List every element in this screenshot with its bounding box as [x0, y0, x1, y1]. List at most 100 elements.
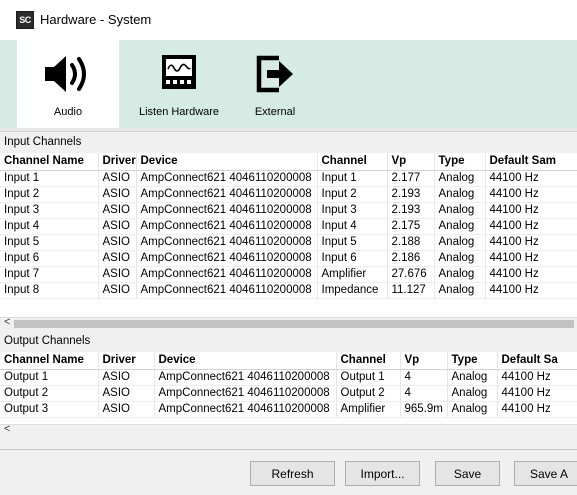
column-header[interactable]: Device	[136, 153, 318, 171]
table-cell: ASIO	[98, 282, 137, 299]
table-cell: Input 6	[317, 250, 388, 267]
table-cell: Input 4	[0, 218, 99, 235]
column-header[interactable]: Channel	[336, 352, 401, 370]
input-channels-heading: Input Channels	[0, 134, 577, 152]
table-row[interactable]: Input 1 ASIO AmpConnect621 4046110200008 In…	[0, 170, 577, 187]
table-cell: 44100 Hz	[497, 369, 577, 386]
column-header[interactable]: Vp	[400, 352, 448, 370]
table-row[interactable]: Input 3 ASIO AmpConnect621 4046110200008 In…	[0, 202, 577, 219]
table-cell: Input 2	[0, 186, 99, 203]
table-cell: 44100 Hz	[485, 202, 577, 219]
table-row[interactable]: Input 5 ASIO AmpConnect621 4046110200008 In…	[0, 234, 577, 251]
input-table-header: Channel Name Driver Device Channel Vp Type Def…	[0, 153, 577, 171]
table-cell: Analog	[434, 282, 486, 299]
column-header[interactable]: Driver	[98, 352, 155, 370]
scroll-left-arrow-icon[interactable]: <	[4, 423, 10, 435]
column-header[interactable]: Default Sa	[497, 352, 577, 370]
table-cell: 2.193	[387, 186, 435, 203]
input-channels-table: Channel Name Driver Device Channel Vp Type Def…	[0, 153, 577, 328]
column-header[interactable]: Driver	[98, 153, 137, 171]
table-cell: 2.186	[387, 250, 435, 267]
table-row[interactable]: Output 1 ASIO AmpConnect621 4046110200008 O…	[0, 369, 577, 386]
table-cell: AmpConnect621 4046110200008	[154, 385, 337, 402]
column-header[interactable]: Type	[434, 153, 486, 171]
table-cell: Input 8	[0, 282, 99, 299]
output-horizontal-scrollbar[interactable]: <	[0, 423, 577, 436]
table-cell: Amplifier	[317, 266, 388, 283]
table-cell: Input 6	[0, 250, 99, 267]
table-cell: Input 5	[317, 234, 388, 251]
column-header[interactable]: Vp	[387, 153, 435, 171]
table-cell: ASIO	[98, 401, 155, 418]
table-cell: 44100 Hz	[485, 250, 577, 267]
table-cell: AmpConnect621 4046110200008	[136, 282, 318, 299]
table-cell: 11.127	[387, 282, 435, 299]
table-row[interactable]: Input 8 ASIO AmpConnect621 4046110200008 Im…	[0, 282, 577, 299]
column-header[interactable]: Type	[447, 352, 498, 370]
table-cell: 44100 Hz	[485, 282, 577, 299]
table-cell: AmpConnect621 4046110200008	[136, 266, 318, 283]
table-cell: Input 4	[317, 218, 388, 235]
column-header[interactable]: Default Sam	[485, 153, 577, 171]
table-row[interactable]: Output 2 ASIO AmpConnect621 4046110200008 O…	[0, 385, 577, 402]
import-button[interactable]: Import...	[345, 461, 420, 486]
table-cell: AmpConnect621 4046110200008	[136, 250, 318, 267]
table-cell: ASIO	[98, 385, 155, 402]
table-row[interactable]: Input 4 ASIO AmpConnect621 4046110200008 In…	[0, 218, 577, 235]
toolbar-item-external[interactable]: External	[240, 40, 310, 128]
table-row[interactable]: Input 2 ASIO AmpConnect621 4046110200008 In…	[0, 186, 577, 203]
table-cell: Output 1	[336, 369, 401, 386]
output-table-header: Channel Name Driver Device Channel Vp Type Def…	[0, 352, 577, 370]
speaker-icon	[17, 52, 119, 96]
input-horizontal-scrollbar[interactable]: <	[0, 316, 577, 329]
refresh-button[interactable]: Refresh	[250, 461, 335, 486]
table-cell: Input 1	[317, 170, 388, 187]
table-cell: Analog	[447, 401, 498, 418]
table-cell: 44100 Hz	[497, 385, 577, 402]
table-cell: 4	[400, 369, 448, 386]
table-cell: ASIO	[98, 234, 137, 251]
table-cell: 965.9m	[400, 401, 448, 418]
toolbar-item-label: Audio	[53, 106, 83, 118]
table-cell: 2.177	[387, 170, 435, 187]
scroll-left-arrow-icon[interactable]: <	[4, 316, 10, 328]
table-cell: Analog	[434, 266, 486, 283]
column-header[interactable]: Channel Name	[0, 153, 99, 171]
scrollbar-thumb[interactable]	[14, 320, 574, 328]
table-cell: 2.175	[387, 218, 435, 235]
table-cell: Analog	[434, 218, 486, 235]
table-row[interactable]: Input 6 ASIO AmpConnect621 4046110200008 In…	[0, 250, 577, 267]
output-channels-heading: Output Channels	[0, 333, 577, 351]
table-cell: AmpConnect621 4046110200008	[154, 369, 337, 386]
table-cell: AmpConnect621 4046110200008	[136, 170, 318, 187]
table-cell: Output 3	[0, 401, 99, 418]
toolbar-item-audio[interactable]: Audio	[17, 40, 119, 128]
table-row[interactable]: Input 7 ASIO AmpConnect621 4046110200008 Am…	[0, 266, 577, 283]
column-header[interactable]: Device	[154, 352, 337, 370]
table-cell: 27.676	[387, 266, 435, 283]
save-as-button[interactable]: Save A	[514, 461, 577, 486]
column-header[interactable]: Channel Name	[0, 352, 99, 370]
table-cell: Input 5	[0, 234, 99, 251]
table-cell: AmpConnect621 4046110200008	[154, 401, 337, 418]
monitor-waveform-icon	[124, 52, 234, 96]
table-cell: Output 2	[0, 385, 99, 402]
table-cell: Input 7	[0, 266, 99, 283]
table-cell: Analog	[434, 202, 486, 219]
window-title: Hardware - System	[40, 12, 152, 27]
table-cell: ASIO	[98, 369, 155, 386]
toolbar-item-listen-hardware[interactable]: Listen Hardware	[124, 40, 234, 128]
table-row[interactable]: Output 3 ASIO AmpConnect621 4046110200008 A…	[0, 401, 577, 418]
toolbar-item-label: External	[254, 106, 296, 118]
table-cell: Analog	[447, 385, 498, 402]
table-cell: Amplifier	[336, 401, 401, 418]
save-button[interactable]: Save	[435, 461, 500, 486]
hardware-system-window: SC Hardware - System Audio Listen Hardwa…	[0, 0, 577, 495]
table-cell: AmpConnect621 4046110200008	[136, 186, 318, 203]
table-cell: 44100 Hz	[485, 186, 577, 203]
table-cell: ASIO	[98, 218, 137, 235]
column-header[interactable]: Channel	[317, 153, 388, 171]
table-cell: 2.193	[387, 202, 435, 219]
table-cell: Input 1	[0, 170, 99, 187]
toolbar-divider	[0, 128, 577, 132]
